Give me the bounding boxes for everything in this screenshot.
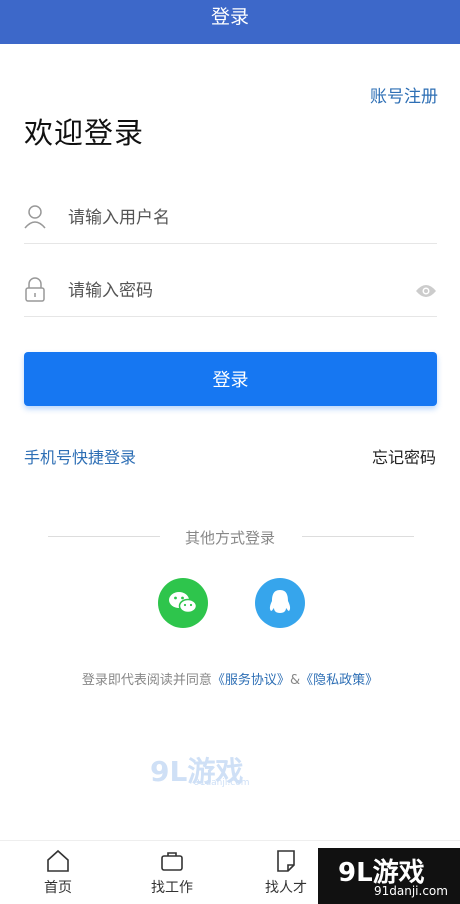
resume-icon bbox=[277, 850, 295, 872]
other-methods-label: 其他方式登录 bbox=[0, 527, 460, 548]
watermark-badge: 9L游戏 91danji.com bbox=[318, 848, 460, 904]
qq-login-button[interactable] bbox=[255, 578, 305, 628]
agreement-prefix: 登录即代表阅读并同意 bbox=[81, 673, 212, 688]
forgot-password-link[interactable]: 忘记密码 bbox=[372, 444, 436, 468]
username-input[interactable] bbox=[68, 202, 398, 234]
password-field[interactable] bbox=[24, 267, 437, 317]
terms-link[interactable]: 《服务协议》 bbox=[212, 673, 290, 688]
welcome-heading: 欢迎登录 bbox=[24, 116, 145, 150]
register-link[interactable]: 账号注册 bbox=[370, 82, 438, 107]
briefcase-icon bbox=[161, 852, 183, 871]
wechat-icon bbox=[169, 592, 198, 614]
tab-find-job[interactable]: 找工作 bbox=[132, 849, 212, 897]
username-field[interactable] bbox=[24, 194, 437, 244]
tab-find-talent[interactable]: 找人才 bbox=[246, 849, 326, 897]
password-input[interactable] bbox=[68, 275, 398, 307]
login-button[interactable]: 登录 bbox=[24, 352, 437, 406]
page-title: 登录 bbox=[210, 6, 249, 28]
page-header: 登录 bbox=[0, 0, 460, 44]
user-icon bbox=[24, 204, 46, 230]
eye-icon[interactable] bbox=[415, 283, 437, 299]
agreement-amp: & bbox=[289, 673, 301, 688]
home-icon bbox=[47, 849, 69, 872]
qq-icon bbox=[269, 590, 291, 613]
privacy-link[interactable]: 《隐私政策》 bbox=[300, 673, 378, 688]
watermark-logo: 9L游戏 91danji.com bbox=[150, 755, 250, 788]
wechat-login-button[interactable] bbox=[158, 578, 208, 628]
agreement-text: 登录即代表阅读并同意《服务协议》&《隐私政策》 bbox=[0, 669, 460, 688]
lock-icon bbox=[24, 277, 46, 303]
tab-home[interactable]: 首页 bbox=[18, 849, 98, 897]
quick-login-link[interactable]: 手机号快捷登录 bbox=[24, 444, 136, 468]
